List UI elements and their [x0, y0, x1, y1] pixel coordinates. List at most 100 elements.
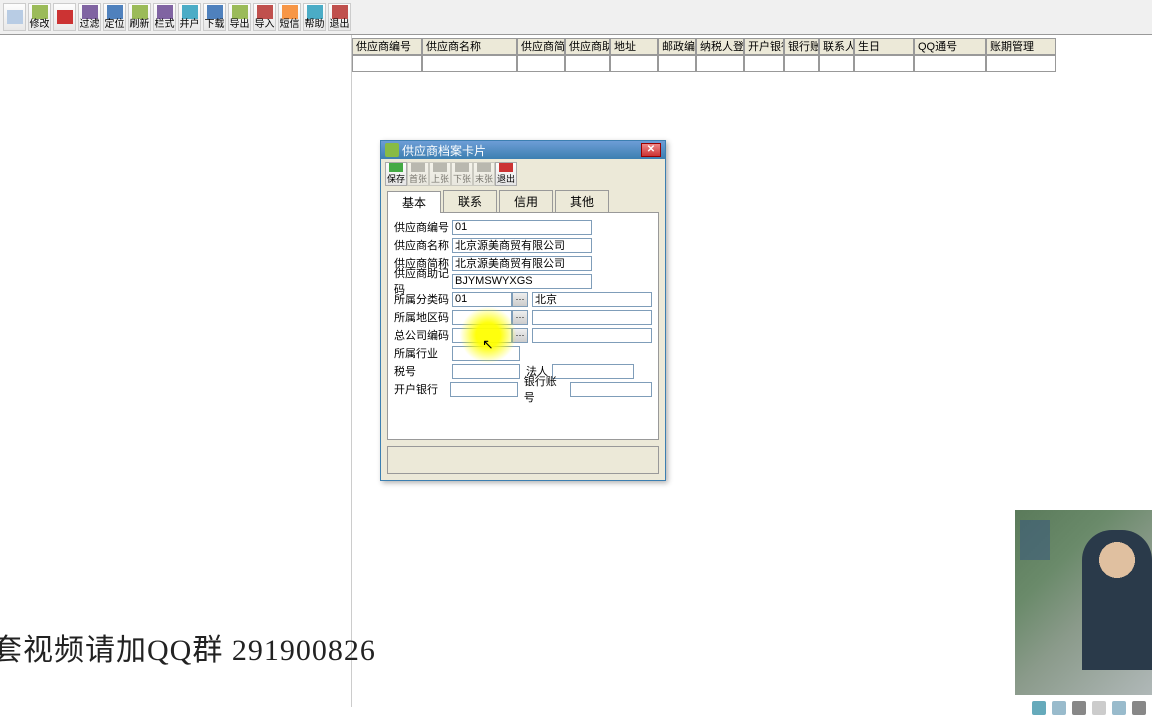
dlg-prev: 上张 [429, 162, 451, 186]
toolbar-blank-icon [7, 10, 23, 24]
dlg-save-label: 保存 [387, 172, 405, 185]
dlg-first: 首张 [407, 162, 429, 186]
grid-header-cell[interactable]: 账期管理 [986, 38, 1056, 55]
grid-body-cell[interactable] [696, 55, 744, 72]
toolbar-filter[interactable]: 过滤 [78, 3, 101, 31]
toolbar-close-x[interactable] [53, 3, 76, 31]
input-tax-no[interactable] [452, 364, 520, 379]
tab-其他[interactable]: 其他 [555, 190, 609, 212]
supplier-card-dialog: 供应商档案卡片 ✕ 保存首张上张下张末张退出 基本联系信用其他 供应商编号 供应… [380, 140, 666, 481]
toolbar-blank[interactable] [3, 3, 26, 31]
input-industry[interactable] [452, 346, 520, 361]
toolbar-help[interactable]: 帮助 [303, 3, 326, 31]
picker-region[interactable]: ⋯ [512, 310, 528, 325]
dlg-save[interactable]: 保存 [385, 162, 407, 186]
toolbar-refresh[interactable]: 刷新 [128, 3, 151, 31]
grid-body-cell[interactable] [744, 55, 784, 72]
tray-icon[interactable] [1132, 701, 1146, 715]
toolbar-close-x-icon [57, 10, 73, 24]
tab-基本[interactable]: 基本 [387, 191, 441, 213]
close-icon[interactable]: ✕ [641, 143, 661, 157]
toolbar-sms[interactable]: 短信 [278, 3, 301, 31]
toolbar-locate-label: 定位 [105, 20, 125, 30]
toolbar-export-label: 导出 [230, 20, 250, 30]
tab-联系[interactable]: 联系 [443, 190, 497, 212]
tray-icon[interactable] [1052, 701, 1066, 715]
toolbar-refresh-icon [132, 5, 148, 19]
input-bank-acct[interactable] [570, 382, 652, 397]
input-supplier-mnemonic[interactable] [452, 274, 592, 289]
dlg-exit-icon [499, 163, 513, 172]
grid-body-cell[interactable] [517, 55, 565, 72]
dialog-icon [385, 143, 399, 157]
dlg-exit[interactable]: 退出 [495, 162, 517, 186]
input-supplier-short[interactable] [452, 256, 592, 271]
dlg-first-icon [411, 163, 425, 172]
grid-body-cell[interactable] [986, 55, 1056, 72]
input-parent-name[interactable] [532, 328, 652, 343]
grid-header-cell[interactable]: 纳税人登记 [696, 38, 744, 55]
grid-header-cell[interactable]: 邮政编码 [658, 38, 696, 55]
label-supplier-no: 供应商编号 [394, 219, 452, 235]
toolbar-import-label: 导入 [255, 20, 275, 30]
grid-body-cell[interactable] [854, 55, 914, 72]
toolbar-export-icon [232, 5, 248, 19]
label-tax-no: 税号 [394, 363, 452, 379]
dlg-next-icon [455, 163, 469, 172]
toolbar-export[interactable]: 导出 [228, 3, 251, 31]
picker-category[interactable]: ⋯ [512, 292, 528, 307]
label-bank-acct: 银行账号 [524, 373, 566, 405]
input-bank[interactable] [450, 382, 518, 397]
toolbar-exit[interactable]: 退出 [328, 3, 351, 31]
input-supplier-name[interactable] [452, 238, 592, 253]
input-category-code[interactable] [452, 292, 512, 307]
toolbar-edit[interactable]: 修改 [28, 3, 51, 31]
grid-body-cell[interactable] [658, 55, 696, 72]
grid-header-cell[interactable]: 开户银行 [744, 38, 784, 55]
toolbar-exit-icon [332, 5, 348, 19]
grid-body-cell[interactable] [352, 55, 422, 72]
input-category-name[interactable] [532, 292, 652, 307]
grid-body-cell[interactable] [565, 55, 610, 72]
label-supplier-name: 供应商名称 [394, 237, 452, 253]
grid-header-cell[interactable]: 联系人 [819, 38, 854, 55]
toolbar-columns[interactable]: 栏式 [153, 3, 176, 31]
tab-信用[interactable]: 信用 [499, 190, 553, 212]
input-region-name[interactable] [532, 310, 652, 325]
toolbar-merge-label: 并户 [180, 20, 200, 30]
tray-icon[interactable] [1092, 701, 1106, 715]
grid-header-cell[interactable]: 供应商编号 [352, 38, 422, 55]
input-supplier-no[interactable] [452, 220, 592, 235]
grid-body-cell[interactable] [610, 55, 658, 72]
tray-icon[interactable] [1032, 701, 1046, 715]
toolbar-import[interactable]: 导入 [253, 3, 276, 31]
grid-body-cell[interactable] [819, 55, 854, 72]
toolbar-download[interactable]: 下载 [203, 3, 226, 31]
grid-header-cell[interactable]: QQ通号 [914, 38, 986, 55]
dlg-next-label: 下张 [453, 172, 471, 185]
grid-header-cell[interactable]: 供应商简称 [517, 38, 565, 55]
label-category-code: 所属分类码 [394, 291, 452, 307]
tray-icon[interactable] [1112, 701, 1126, 715]
dialog-titlebar[interactable]: 供应商档案卡片 ✕ [381, 141, 665, 159]
input-region-code[interactable] [452, 310, 512, 325]
grid-header-cell[interactable]: 供应商助记 [565, 38, 610, 55]
toolbar-help-icon [307, 5, 323, 19]
tray-icon[interactable] [1072, 701, 1086, 715]
grid-header-cell[interactable]: 生日 [854, 38, 914, 55]
grid-header-cell[interactable]: 地址 [610, 38, 658, 55]
grid-body-cell[interactable] [784, 55, 819, 72]
label-parent-code: 总公司编码 [394, 327, 452, 343]
dlg-last: 末张 [473, 162, 495, 186]
dlg-first-label: 首张 [409, 172, 427, 185]
grid-header-cell[interactable]: 供应商名称 [422, 38, 517, 55]
grid-body-cell[interactable] [422, 55, 517, 72]
toolbar-sms-label: 短信 [280, 20, 300, 30]
toolbar-locate[interactable]: 定位 [103, 3, 126, 31]
input-parent-code[interactable] [452, 328, 512, 343]
grid-header-cell[interactable]: 银行账号 [784, 38, 819, 55]
picker-parent[interactable]: ⋯ [512, 328, 528, 343]
grid-body-cell[interactable] [914, 55, 986, 72]
toolbar-edit-icon [32, 5, 48, 19]
toolbar-merge[interactable]: 并户 [178, 3, 201, 31]
